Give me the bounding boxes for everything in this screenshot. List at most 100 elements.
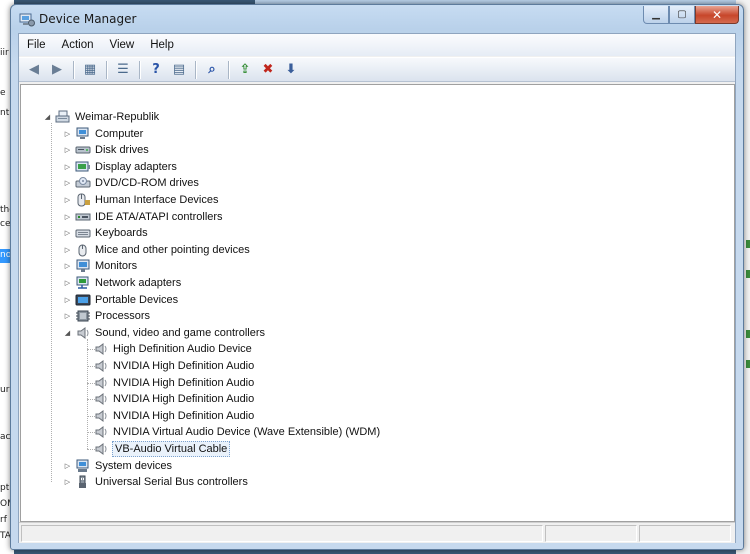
background-text-fragment: iir xyxy=(0,48,9,58)
tree-item-label: Sound, video and game controllers xyxy=(95,326,265,339)
tree-category-system-devices[interactable]: ▷ System devices xyxy=(63,458,173,474)
network-adapter-icon xyxy=(75,276,91,290)
back-arrow-button[interactable]: ◀ xyxy=(23,60,45,80)
uninstall-button[interactable]: ✖ xyxy=(257,60,279,80)
show-hide-console-tree-button[interactable]: ▦ xyxy=(79,60,101,80)
collapsed-arrow-icon[interactable]: ▷ xyxy=(63,245,72,254)
speaker-icon xyxy=(93,409,109,423)
tree-category-sound-video-and-game-controllers[interactable]: ◢ Sound, video and game controllers xyxy=(63,325,266,341)
tree-connector xyxy=(87,349,95,351)
tree-category-universal-serial-bus-controllers[interactable]: ▷ Universal Serial Bus controllers xyxy=(63,474,249,490)
tree-item-label: Portable Devices xyxy=(95,293,179,306)
tree-item-label: Monitors xyxy=(95,260,138,273)
menu-view[interactable]: View xyxy=(102,34,143,56)
collapsed-arrow-icon[interactable]: ▷ xyxy=(63,146,72,155)
tree-item-label: Keyboards xyxy=(95,227,148,240)
disk-drive-icon xyxy=(75,143,91,157)
tree-device[interactable]: NVIDIA High Definition Audio xyxy=(81,358,255,374)
dvd-drive-icon xyxy=(75,176,91,190)
tree-item-label: Display adapters xyxy=(95,160,177,173)
properties-button[interactable]: ☰ xyxy=(112,60,134,80)
maximize-button[interactable]: ▢ xyxy=(669,6,695,24)
tree-item-label: NVIDIA Virtual Audio Device (Wave Extens… xyxy=(113,426,381,439)
expanded-arrow-icon[interactable]: ◢ xyxy=(43,113,52,122)
menu-help[interactable]: Help xyxy=(142,34,182,56)
status-bar xyxy=(19,522,735,543)
collapsed-arrow-icon[interactable]: ▷ xyxy=(63,279,72,288)
tree-category-network-adapters[interactable]: ▷ Network adapters xyxy=(63,275,182,291)
tree-category-monitors[interactable]: ▷ Monitors xyxy=(63,258,138,274)
status-cell-main xyxy=(21,525,543,542)
collapsed-arrow-icon[interactable]: ▷ xyxy=(63,312,72,321)
tree-category-portable-devices[interactable]: ▷ Portable Devices xyxy=(63,292,179,308)
tree-category-mice-and-other-pointing-devices[interactable]: ▷ Mice and other pointing devices xyxy=(63,242,251,258)
tree-connector xyxy=(87,338,88,449)
speaker-icon xyxy=(93,392,109,406)
action-pane-button[interactable]: ▤ xyxy=(168,60,190,80)
mouse-icon xyxy=(75,243,91,257)
keyboard-icon xyxy=(75,226,91,240)
help-icon: ? xyxy=(152,62,160,77)
tree-connector xyxy=(87,432,95,434)
menu-file[interactable]: File xyxy=(19,34,54,56)
toolbar: ◀ ▶ ▦ ☰? ▤ ⌕ ⇪ ✖ ⬇ xyxy=(19,57,735,82)
ide-controller-icon xyxy=(75,210,91,224)
tree-category-dvd-cd-rom-drives[interactable]: ▷ DVD/CD-ROM drives xyxy=(63,175,200,191)
menu-action[interactable]: Action xyxy=(54,34,102,56)
device-tree[interactable]: ◢ Weimar-Republik ▷ Computer ▷ Disk drives ▷ Di… xyxy=(20,84,735,522)
tree-device[interactable]: NVIDIA Virtual Audio Device (Wave Extens… xyxy=(81,424,381,440)
toolbar-separator xyxy=(139,60,141,79)
tree-item-label: Universal Serial Bus controllers xyxy=(95,476,248,489)
tree-device-selected[interactable]: VB-Audio Virtual Cable xyxy=(81,441,231,457)
forward-arrow-button[interactable]: ▶ xyxy=(46,60,68,80)
tree-category-disk-drives[interactable]: ▷ Disk drives xyxy=(63,142,150,158)
toolbar-separator xyxy=(106,60,108,79)
minimize-icon: ▁ xyxy=(652,9,660,20)
collapsed-arrow-icon[interactable]: ▷ xyxy=(63,262,72,271)
title-bar[interactable]: Device Manager ▁ ▢ ✕ xyxy=(11,5,743,33)
expanded-arrow-icon[interactable]: ◢ xyxy=(63,328,72,337)
tree-category-computer[interactable]: ▷ Computer xyxy=(63,126,144,142)
forward-arrow-icon: ▶ xyxy=(52,62,62,77)
tree-category-display-adapters[interactable]: ▷ Display adapters xyxy=(63,159,178,175)
tree-device[interactable]: NVIDIA High Definition Audio xyxy=(81,375,255,391)
scan-hardware-button[interactable]: ⌕ xyxy=(201,60,223,80)
speaker-icon xyxy=(93,376,109,390)
tree-category-processors[interactable]: ▷ Processors xyxy=(63,308,151,324)
update-driver-button[interactable]: ⇪ xyxy=(234,60,256,80)
speaker-icon xyxy=(93,442,109,456)
background-text-fragment: rf xyxy=(0,515,7,525)
collapsed-arrow-icon[interactable]: ▷ xyxy=(63,478,72,487)
tree-root-computer[interactable]: ◢ Weimar-Republik xyxy=(43,109,160,125)
collapsed-arrow-icon[interactable]: ▷ xyxy=(63,129,72,138)
tree-category-keyboards[interactable]: ▷ Keyboards xyxy=(63,225,149,241)
tree-item-label: Processors xyxy=(95,310,151,323)
tree-item-label: Human Interface Devices xyxy=(95,194,219,206)
collapsed-arrow-icon[interactable]: ▷ xyxy=(63,295,72,304)
tree-device[interactable]: NVIDIA High Definition Audio xyxy=(81,408,255,424)
collapsed-arrow-icon[interactable]: ▷ xyxy=(63,212,72,221)
tree-device[interactable]: NVIDIA High Definition Audio xyxy=(81,391,255,407)
sound-controller-icon xyxy=(75,326,91,340)
tree-category-human-interface-devices[interactable]: ▷ Human Interface Devices xyxy=(63,192,220,208)
hid-icon xyxy=(75,193,91,207)
speaker-icon xyxy=(93,359,109,373)
tree-device[interactable]: High Definition Audio Device xyxy=(81,341,253,357)
background-text-fragment: nt xyxy=(0,108,10,118)
minimize-button[interactable]: ▁ xyxy=(643,6,669,24)
collapsed-arrow-icon[interactable]: ▷ xyxy=(63,461,72,470)
tree-connector xyxy=(87,382,95,384)
tree-category-ide-ata-atapi-controllers[interactable]: ▷ IDE ATA/ATAPI controllers xyxy=(63,209,224,225)
collapsed-arrow-icon[interactable]: ▷ xyxy=(63,162,72,171)
collapsed-arrow-icon[interactable]: ▷ xyxy=(63,196,72,205)
tree-item-label: IDE ATA/ATAPI controllers xyxy=(95,210,223,223)
disable-device-button[interactable]: ⬇ xyxy=(280,60,302,80)
collapsed-arrow-icon[interactable]: ▷ xyxy=(63,179,72,188)
help-button[interactable]: ? xyxy=(145,60,167,80)
tree-item-label: NVIDIA High Definition Audio xyxy=(113,360,255,372)
tree-item-label: Mice and other pointing devices xyxy=(95,243,250,256)
tree-item-label: System devices xyxy=(95,459,173,472)
collapsed-arrow-icon[interactable]: ▷ xyxy=(63,229,72,238)
close-button[interactable]: ✕ xyxy=(695,6,739,24)
back-arrow-icon: ◀ xyxy=(29,62,39,77)
